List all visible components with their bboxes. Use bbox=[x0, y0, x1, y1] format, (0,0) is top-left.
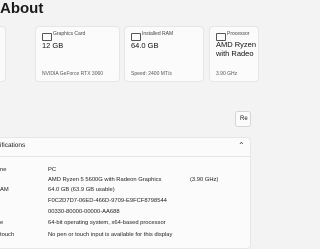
card-sub: Speed: 2400 MT/s bbox=[131, 71, 172, 77]
spec-label: ne bbox=[0, 167, 7, 173]
spec-value: AMD Ryzen 5 5600G with Radeon Graphics bbox=[48, 177, 162, 183]
spec-label: AM bbox=[0, 187, 9, 193]
spec-value: No pen or touch input is available for t… bbox=[48, 232, 173, 238]
spec-value: 64-bit operating system, x64-based proce… bbox=[48, 220, 166, 226]
card-value: 12 GB bbox=[42, 41, 64, 50]
card-label: Graphics Card bbox=[53, 31, 86, 37]
card-value-line-1: AMD Ryzen bbox=[216, 40, 257, 49]
card-processor: Processor AMD Ryzen with Radeo 3.90 GHz bbox=[209, 26, 259, 82]
graphics-card-icon bbox=[42, 33, 52, 41]
card-partial: nt bbox=[0, 26, 6, 82]
spec-label: e bbox=[0, 220, 4, 226]
card-ram: Installed RAM 64.0 GB Speed: 2400 MT/s bbox=[124, 26, 204, 82]
card-value: 64.0 GB bbox=[131, 41, 159, 50]
memory-icon bbox=[131, 33, 141, 41]
specifications-header[interactable]: ifications bbox=[0, 142, 25, 149]
page-title: About bbox=[0, 0, 44, 17]
card-value-line-2: with Radeo bbox=[216, 49, 254, 58]
card-sub: NVIDIA GeForce RTX 3060 bbox=[42, 71, 104, 77]
divider bbox=[0, 156, 251, 157]
rename-button[interactable]: Re bbox=[235, 111, 251, 127]
card-sub: 3.90 GHz bbox=[216, 71, 238, 77]
card-graphics: Graphics Card 12 GB NVIDIA GeForce RTX 3… bbox=[35, 26, 120, 82]
spec-extra: (3.90 GHz) bbox=[190, 177, 219, 183]
chevron-up-icon[interactable]: ⌃ bbox=[238, 141, 245, 150]
spec-value: 00330-80000-00000-AA688 bbox=[48, 209, 120, 215]
card-label: Processor bbox=[227, 31, 250, 37]
card-label: Installed RAM bbox=[142, 31, 174, 37]
spec-label: touch bbox=[0, 232, 15, 238]
spec-value: 64.0 GB (63.9 GB usable) bbox=[48, 187, 115, 193]
spec-value: PC bbox=[48, 167, 57, 173]
spec-value: F0C2D7D7-06ED-466D-9709-E9FCF8798544 bbox=[48, 198, 167, 204]
